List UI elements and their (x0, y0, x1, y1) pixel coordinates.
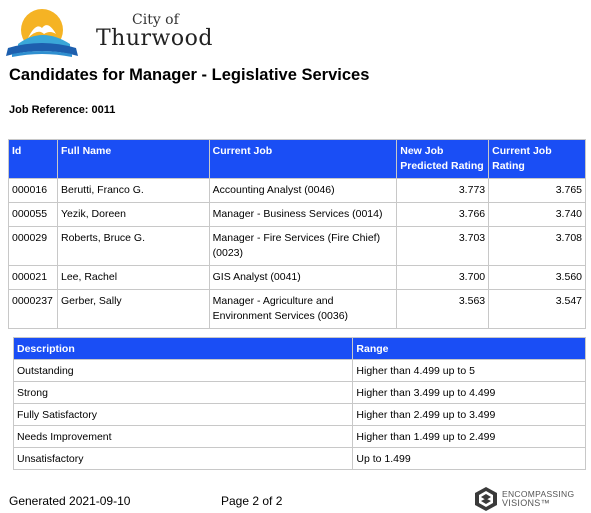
range-description: Unsatisfactory (12, 447, 354, 470)
table-row: 000055 Yezik, Doreen Manager - Business … (8, 202, 586, 227)
table-row: Unsatisfactory Up to 1.499 (12, 447, 586, 470)
brand-text-line2: VISIONS™ (502, 498, 550, 508)
range-description: Outstanding (12, 359, 354, 382)
report-title: Candidates for Manager - Legislative Ser… (9, 66, 370, 84)
candidates-table: Id Full Name Current Job New Job Predict… (8, 139, 586, 329)
candidate-predicted-rating: 3.766 (396, 202, 490, 227)
candidate-current-job: Manager - Fire Services (Fire Chief) (00… (208, 226, 398, 266)
candidate-name: Roberts, Bruce G. (56, 226, 210, 266)
candidate-predicted-rating: 3.563 (396, 289, 490, 329)
column-header-id: Id (8, 139, 58, 179)
candidate-predicted-rating: 3.700 (396, 265, 490, 290)
candidate-current-job: Manager - Agriculture and Environment Se… (208, 289, 398, 329)
candidate-id: 000055 (8, 202, 58, 227)
table-row: 000021 Lee, Rachel GIS Analyst (0041) 3.… (8, 265, 586, 290)
job-reference: Job Reference: 0011 (9, 104, 116, 116)
candidate-current-rating: 3.708 (488, 226, 586, 266)
candidate-predicted-rating: 3.703 (396, 226, 490, 266)
encompassing-visions-icon (475, 487, 497, 511)
column-header-range: Range (352, 337, 586, 360)
candidate-name: Lee, Rachel (56, 265, 210, 290)
table-row: Strong Higher than 3.499 up to 4.499 (12, 381, 586, 404)
column-header-current-job-rating: Current Job Rating (488, 139, 586, 179)
range-value: Higher than 3.499 up to 4.499 (352, 381, 586, 404)
table-row: Outstanding Higher than 4.499 up to 5 (12, 359, 586, 382)
candidate-current-job: Manager - Business Services (0014) (208, 202, 398, 227)
candidate-predicted-rating: 3.773 (396, 178, 490, 203)
table-row: 0000237 Gerber, Sally Manager - Agricult… (8, 289, 586, 329)
rating-ranges-table: Description Range Outstanding Higher tha… (12, 337, 586, 470)
range-value: Higher than 2.499 up to 3.499 (352, 403, 586, 426)
candidate-current-rating: 3.740 (488, 202, 586, 227)
column-header-current-job: Current Job (208, 139, 398, 179)
range-value: Higher than 4.499 up to 5 (352, 359, 586, 382)
encompassing-visions-logo: ENCOMPASSING VISIONS™ (474, 486, 589, 512)
city-logo: City of Thurwood (6, 4, 212, 62)
range-value: Higher than 1.499 up to 2.499 (352, 425, 586, 448)
candidate-id: 000029 (8, 226, 58, 266)
column-header-description: Description (12, 337, 354, 360)
city-name-text: Thurwood (96, 26, 213, 51)
table-row: Needs Improvement Higher than 1.499 up t… (12, 425, 586, 448)
candidate-current-rating: 3.765 (488, 178, 586, 203)
candidate-name: Gerber, Sally (56, 289, 210, 329)
page-number: Page 2 of 2 (221, 494, 283, 508)
candidate-name: Yezik, Doreen (56, 202, 210, 227)
candidate-id: 0000237 (8, 289, 58, 329)
table-row: 000029 Roberts, Bruce G. Manager - Fire … (8, 226, 586, 266)
table-row: 000016 Berutti, Franco G. Accounting Ana… (8, 178, 586, 203)
candidate-current-job: GIS Analyst (0041) (208, 265, 398, 290)
column-header-full-name: Full Name (56, 139, 210, 179)
candidate-current-rating: 3.547 (488, 289, 586, 329)
candidate-current-rating: 3.560 (488, 265, 586, 290)
candidate-current-job: Accounting Analyst (0046) (208, 178, 398, 203)
candidates-header-row: Id Full Name Current Job New Job Predict… (8, 139, 586, 179)
generated-date: Generated 2021-09-10 (9, 494, 131, 508)
table-row: Fully Satisfactory Higher than 2.499 up … (12, 403, 586, 426)
city-emblem-icon (6, 9, 78, 57)
ranges-header-row: Description Range (12, 337, 586, 360)
candidate-id: 000021 (8, 265, 58, 290)
range-value: Up to 1.499 (352, 447, 586, 470)
candidate-name: Berutti, Franco G. (56, 178, 210, 203)
candidate-id: 000016 (8, 178, 58, 203)
column-header-new-job-predicted-rating: New Job Predicted Rating (396, 139, 490, 179)
range-description: Strong (12, 381, 354, 404)
range-description: Fully Satisfactory (12, 403, 354, 426)
range-description: Needs Improvement (12, 425, 354, 448)
